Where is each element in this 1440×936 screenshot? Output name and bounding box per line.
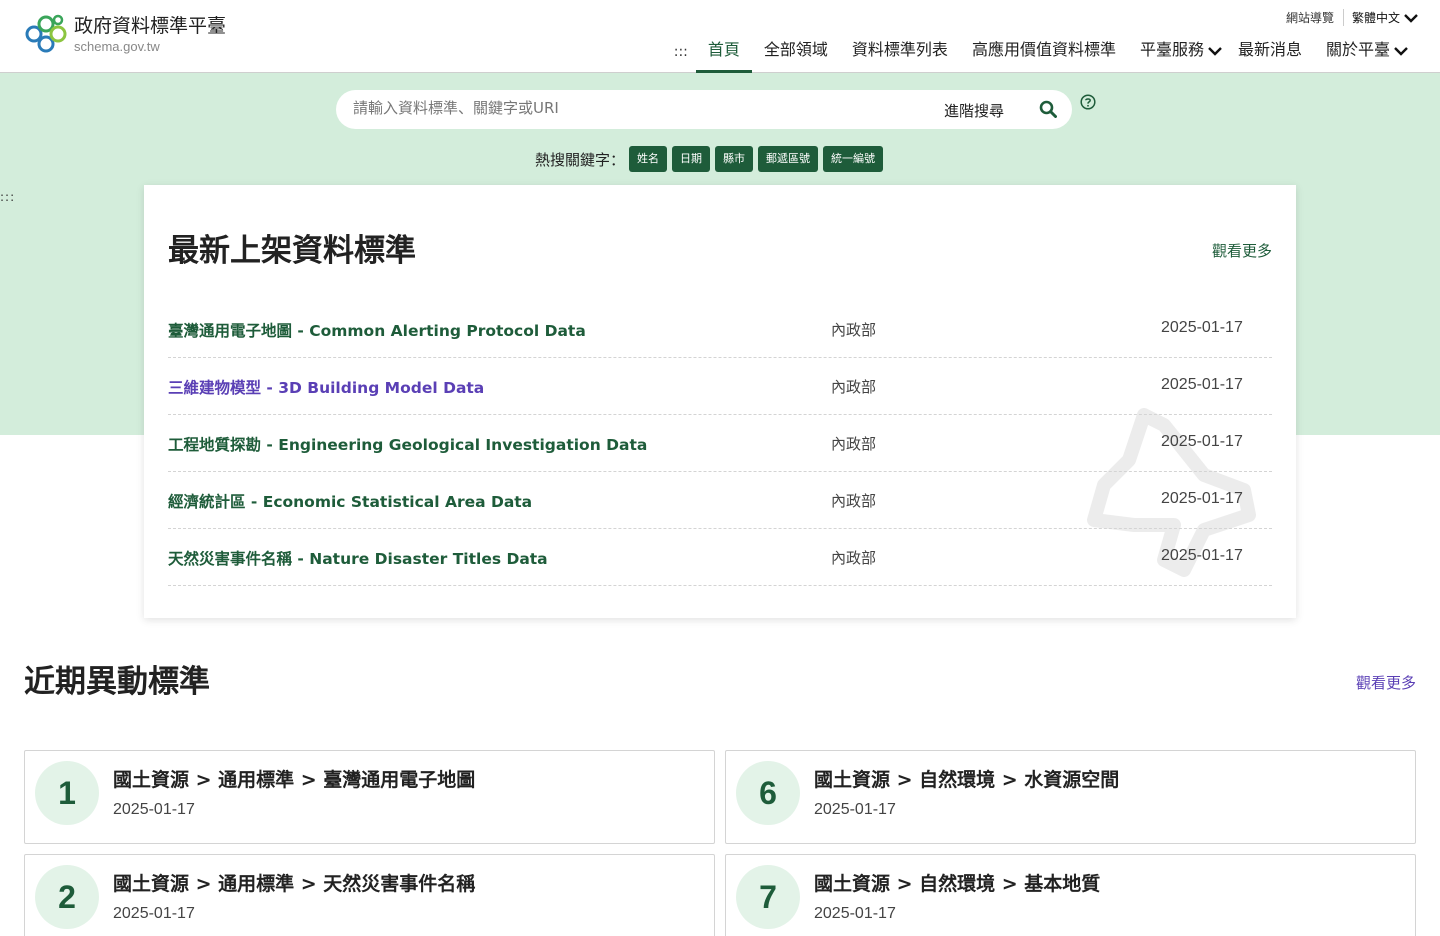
standard-link[interactable]: 天然災害事件名稱 - Nature Disaster Titles Data [168,547,548,569]
rank-badge: 7 [736,865,800,929]
nav-item-high-value[interactable]: 高應用價值資料標準 [960,36,1128,73]
advanced-search-link[interactable]: 進階搜尋 [944,100,1004,121]
search-input[interactable] [353,99,913,117]
change-date: 2025-01-17 [814,905,896,922]
standard-date: 2025-01-17 [1161,490,1243,507]
standard-date: 2025-01-17 [1161,433,1243,450]
recent-change-tile[interactable]: 6 國土資源 > 自然環境 > 水資源空間 2025-01-17 [725,750,1416,844]
standard-date: 2025-01-17 [1161,319,1243,336]
chevron-down-icon [1404,13,1418,23]
list-item: 三維建物模型 - 3D Building Model Data 內政部 2025… [168,358,1272,415]
logo-icon [25,14,67,53]
standard-org: 內政部 [831,321,877,339]
recent-changes-title: 近期異動標準 [24,664,210,700]
latest-more-link[interactable]: 觀看更多 [1212,240,1272,261]
recent-more-link[interactable]: 觀看更多 [1356,672,1416,693]
standard-link[interactable]: 臺灣通用電子地圖 - Common Alerting Protocol Data [168,319,586,341]
keyword-tag[interactable]: 郵遞區號 [758,146,819,172]
content-accesskey[interactable]: ::: [0,190,15,204]
latest-standards-card: 最新上架資料標準 觀看更多 臺灣通用電子地圖 - Common Alerting… [144,185,1296,618]
search-bar: 進階搜尋 [336,90,1072,129]
site-subtitle: schema.gov.tw [74,39,160,54]
list-item: 工程地質探勘 - Engineering Geological Investig… [168,415,1272,472]
standard-path: 國土資源 > 自然環境 > 基本地質 [814,873,1101,895]
rank-badge: 2 [35,865,99,929]
main-nav: ::: 首頁 全部領域 資料標準列表 高應用價值資料標準 平臺服務 最新消息 關… [666,36,1420,73]
search-icon[interactable] [1039,100,1057,118]
utility-bar: 網站導覽 繁體中文 [1286,9,1418,26]
standard-date: 2025-01-17 [1161,547,1243,564]
nav-item-home[interactable]: 首頁 [695,36,752,73]
hot-keywords: 熱搜關鍵字： 姓名 日期 縣市 郵遞區號 統一編號 [535,146,888,172]
recent-change-tile[interactable]: 1 國土資源 > 通用標準 > 臺灣通用電子地圖 2025-01-17 [24,750,715,844]
standard-org: 內政部 [831,492,877,510]
nav-item-about[interactable]: 關於平臺 [1314,36,1420,73]
standard-org: 內政部 [831,378,877,396]
site-logo[interactable]: 政府資料標準平臺 schema.gov.tw [24,12,226,56]
list-item: 天然災害事件名稱 - Nature Disaster Titles Data 內… [168,529,1272,586]
keyword-tag[interactable]: 日期 [672,146,711,172]
nav-services-label: 平臺服務 [1139,40,1204,59]
keyword-tag[interactable]: 姓名 [629,146,668,172]
latest-standards-list: 臺灣通用電子地圖 - Common Alerting Protocol Data… [168,301,1272,586]
rank-badge: 1 [35,761,99,825]
list-item: 經濟統計區 - Economic Statistical Area Data 內… [168,472,1272,529]
standard-path: 國土資源 > 通用標準 > 臺灣通用電子地圖 [113,769,476,791]
standard-path: 國土資源 > 自然環境 > 水資源空間 [814,769,1120,791]
nav-item-all-domains[interactable]: 全部領域 [752,36,840,73]
site-title: 政府資料標準平臺 [74,15,227,37]
site-header: 政府資料標準平臺 schema.gov.tw 網站導覽 繁體中文 ::: 首頁 … [0,0,1440,73]
change-date: 2025-01-17 [113,905,195,922]
standard-org: 內政部 [831,549,877,567]
nav-about-label: 關於平臺 [1325,40,1390,59]
change-date: 2025-01-17 [113,801,195,818]
nav-item-news[interactable]: 最新消息 [1234,36,1314,73]
nav-item-services[interactable]: 平臺服務 [1128,36,1234,73]
nav-item-standards-list[interactable]: 資料標準列表 [840,36,960,73]
standard-link[interactable]: 工程地質探勘 - Engineering Geological Investig… [168,433,647,455]
language-select[interactable]: 繁體中文 [1344,9,1418,26]
hot-keywords-label: 熱搜關鍵字： [535,150,626,169]
help-icon[interactable] [1080,94,1096,110]
standard-path: 國土資源 > 通用標準 > 天然災害事件名稱 [113,873,476,895]
standard-date: 2025-01-17 [1161,376,1243,393]
nav-accesskey[interactable]: ::: [666,36,696,73]
language-label: 繁體中文 [1351,11,1400,25]
chevron-down-icon [1394,47,1408,56]
sitemap-link[interactable]: 網站導覽 [1286,9,1344,26]
recent-change-tile[interactable]: 2 國土資源 > 通用標準 > 天然災害事件名稱 2025-01-17 [24,854,715,936]
standard-link[interactable]: 經濟統計區 - Economic Statistical Area Data [168,490,532,512]
standard-org: 內政部 [831,435,877,453]
chevron-down-icon [1208,47,1222,56]
standard-link[interactable]: 三維建物模型 - 3D Building Model Data [168,376,484,398]
change-date: 2025-01-17 [814,801,896,818]
keyword-tag[interactable]: 縣市 [715,146,754,172]
latest-standards-title: 最新上架資料標準 [168,233,416,269]
list-item: 臺灣通用電子地圖 - Common Alerting Protocol Data… [168,301,1272,358]
keyword-tag[interactable]: 統一編號 [823,146,884,172]
recent-change-tile[interactable]: 7 國土資源 > 自然環境 > 基本地質 2025-01-17 [725,854,1416,936]
rank-badge: 6 [736,761,800,825]
